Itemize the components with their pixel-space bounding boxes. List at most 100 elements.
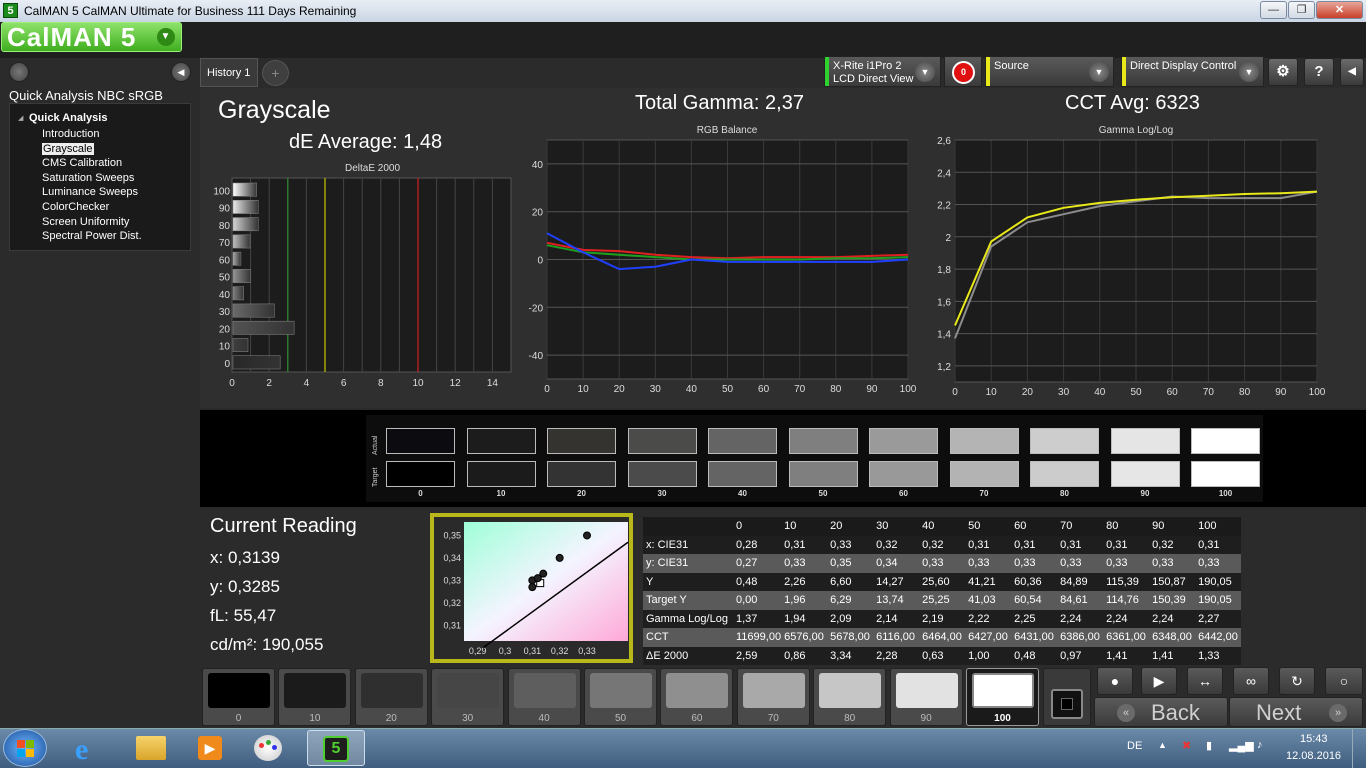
power-icon[interactable]: ▮ — [1206, 739, 1212, 752]
app-header — [0, 22, 1366, 58]
table-header-cell: 90 — [1149, 517, 1196, 536]
help-button[interactable]: ? — [1304, 58, 1334, 86]
swatch-button-40[interactable]: 40 — [507, 668, 581, 726]
sidebar-item-luminance-sweeps[interactable]: Luminance Sweeps — [42, 186, 138, 198]
chevron-down-icon[interactable]: ▼ — [915, 62, 935, 82]
record-icon[interactable] — [9, 62, 29, 82]
table-cell: 0,33 — [784, 557, 806, 570]
actual-patch — [386, 428, 455, 454]
tab-history-1[interactable]: History 1 — [200, 58, 258, 87]
blank-icon[interactable]: ○ — [1325, 667, 1363, 695]
gamma-x-tick: 20 — [1022, 387, 1034, 398]
volume-icon[interactable]: ♪ — [1257, 739, 1263, 751]
swatch-button-0[interactable]: 0 — [202, 668, 275, 726]
internet-explorer-icon[interactable]: e — [63, 730, 121, 766]
gamma-chart-svg: 0 10 20 30 40 50 60 70 80 90 100 2,6 2,4 2,2 2 1,8 1,6 1,… — [937, 137, 1325, 398]
calman-taskbar-button[interactable]: 5 — [307, 730, 365, 766]
media-player-icon[interactable]: ▶ — [181, 730, 239, 766]
swatch-button-60[interactable]: 60 — [660, 668, 734, 726]
deltae-bar — [232, 269, 251, 283]
swatch-button-100[interactable]: 100 — [966, 668, 1039, 726]
clock-time[interactable]: 15:43 — [1300, 733, 1328, 745]
display-selector[interactable]: Direct Display Control ▼ — [1121, 56, 1264, 87]
play-icon[interactable]: ▶ — [1141, 667, 1177, 695]
deltae-category-label: 50 — [219, 273, 231, 284]
deltae-category-label: 20 — [219, 324, 231, 335]
cie-x-tick: 0,33 — [578, 646, 596, 656]
cie-y-tick: 0,34 — [443, 553, 461, 563]
show-desktop-button[interactable] — [1352, 729, 1366, 768]
table-cell: 6427,00 — [968, 631, 1008, 644]
file-explorer-icon[interactable] — [122, 730, 180, 766]
tree-root[interactable]: Quick Analysis — [29, 112, 107, 124]
show-hidden-icons[interactable]: ▲ — [1158, 740, 1167, 750]
network-warning-icon[interactable]: ✖ — [1182, 739, 1191, 752]
sidebar-item-cms-calibration[interactable]: CMS Calibration — [42, 157, 122, 169]
swatch-button-70[interactable]: 70 — [736, 668, 810, 726]
rgb-x-tick: 100 — [900, 384, 917, 395]
minimize-button[interactable]: — — [1260, 1, 1287, 19]
language-indicator[interactable]: DE — [1127, 740, 1142, 752]
swatch-button-50[interactable]: 50 — [584, 668, 657, 726]
tree-expand-icon[interactable]: ◢ — [18, 114, 23, 122]
actual-patch — [708, 428, 777, 454]
collapse-panel-icon[interactable]: ◀ — [1340, 58, 1364, 86]
sidebar-item-introduction[interactable]: Introduction — [42, 128, 99, 140]
windows-start-button[interactable] — [3, 729, 47, 767]
paint-dot — [259, 743, 264, 748]
stop-button[interactable] — [1051, 689, 1083, 719]
table-header-cell: 20 — [827, 517, 874, 536]
swatch-button-20[interactable]: 20 — [354, 668, 428, 726]
rgb-y-tick: 40 — [532, 160, 544, 171]
fit-icon[interactable]: ↔ — [1187, 667, 1223, 695]
stop-measure-icon[interactable]: ● — [1097, 667, 1133, 695]
total-gamma: Total Gamma: 2,37 — [635, 92, 804, 114]
sidebar-item-colorchecker[interactable]: ColorChecker — [42, 201, 109, 213]
chevron-down-icon[interactable]: ▼ — [1239, 62, 1259, 82]
add-tab-button[interactable]: + — [262, 60, 289, 86]
gamma-x-tick: 10 — [986, 387, 998, 398]
gamma-y-tick: 2,6 — [937, 137, 951, 147]
table-cell: 2,25 — [1014, 612, 1036, 625]
table-cell: 0,33 — [1198, 557, 1220, 570]
deltae-category-label: 60 — [219, 255, 231, 266]
reading-fl: fL: 55,47 — [210, 606, 277, 625]
maximize-button[interactable]: ❐ — [1288, 1, 1315, 19]
table-row: Target Y 0,00 1,96 6,29 13,74 25,25 41,03 60,54… — [643, 591, 1242, 610]
source-selector[interactable]: Source ▼ — [985, 56, 1114, 87]
sidebar-item-grayscale[interactable]: Grayscale — [42, 142, 94, 155]
gamma-y-tick: 1,6 — [937, 297, 951, 308]
calman-logo-menu[interactable]: CalMAN 5 ▼ — [1, 22, 182, 52]
gamma-chart-title: Gamma Log/Log — [1098, 125, 1174, 136]
paint-icon[interactable] — [240, 730, 298, 766]
table-row: ΔE 2000 2,59 0,86 3,34 2,28 0,63 1,00 0,48 0,97 1… — [643, 646, 1242, 665]
refresh-icon[interactable]: ↻ — [1279, 667, 1315, 695]
chevron-down-icon[interactable]: ▼ — [1089, 62, 1109, 82]
sidebar-item-saturation-sweeps[interactable]: Saturation Sweeps — [42, 172, 134, 184]
workflow-title: Quick Analysis NBC sRGB — [9, 88, 163, 103]
swatch-label: 40 — [538, 713, 550, 724]
table-cell: 190,05 — [1198, 575, 1232, 588]
record-reading-button[interactable]: 0 — [952, 61, 975, 84]
sidebar-item-spectral-power-dist[interactable]: Spectral Power Dist. — [42, 230, 142, 242]
swatch-color — [895, 673, 958, 708]
gamma-x-tick: 80 — [1239, 387, 1251, 398]
signal-icon[interactable]: ▂▄▆ — [1229, 739, 1254, 752]
back-button[interactable]: « Back — [1094, 697, 1228, 727]
table-cell: 14,27 — [876, 575, 904, 588]
window-title-bar[interactable]: 5 CalMAN 5 CalMAN Ultimate for Business … — [0, 0, 1366, 22]
close-button[interactable]: ✕ — [1316, 1, 1363, 19]
settings-gear-icon[interactable]: ⚙ — [1268, 58, 1298, 86]
continuous-icon[interactable]: ∞ — [1233, 667, 1269, 695]
swatch-button-90[interactable]: 90 — [889, 668, 963, 726]
swatch-button-30[interactable]: 30 — [431, 668, 505, 726]
swatch-button-10[interactable]: 10 — [278, 668, 352, 726]
clock-date[interactable]: 12.08.2016 — [1286, 750, 1341, 762]
sidebar-item-screen-uniformity[interactable]: Screen Uniformity — [42, 216, 129, 228]
swatch-label: 90 — [920, 713, 932, 724]
collapse-sidebar-icon[interactable]: ◀ — [171, 62, 191, 82]
next-button[interactable]: Next » — [1229, 697, 1363, 727]
calman-glyph: 5 — [323, 736, 349, 762]
swatch-button-80[interactable]: 80 — [813, 668, 887, 726]
meter-selector[interactable]: X-Rite i1Pro 2 LCD Direct View ▼ — [824, 56, 941, 87]
